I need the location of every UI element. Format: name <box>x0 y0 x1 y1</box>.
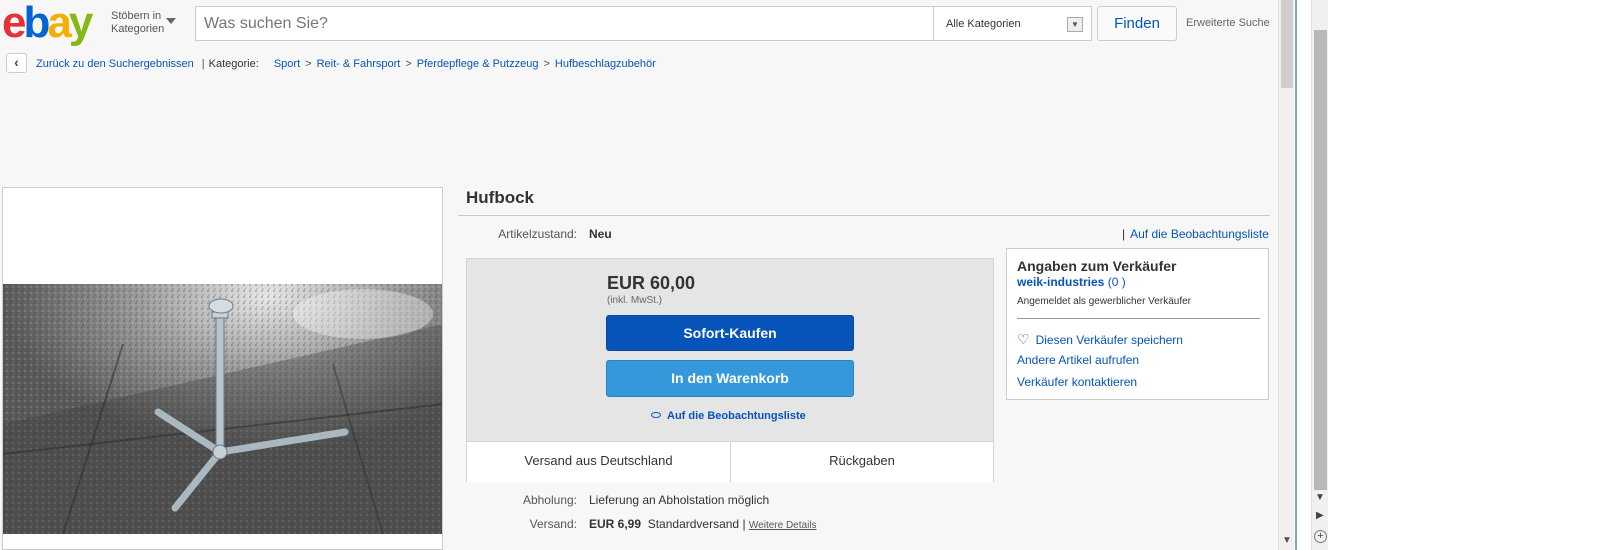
shipping-details-link[interactable]: Weitere Details <box>749 520 817 531</box>
divider <box>458 215 1270 216</box>
divider <box>1017 318 1260 319</box>
eye-icon <box>651 412 661 418</box>
seller-rating-link[interactable]: (0 ) <box>1108 275 1126 289</box>
other-items-link[interactable]: Andere Artikel aufrufen <box>1017 353 1139 367</box>
info-tabs: Versand aus Deutschland Rückgaben <box>467 441 993 482</box>
shipping-price: EUR 6,99 <box>589 517 642 531</box>
vat-note: (inkl. MwSt.) <box>607 295 662 306</box>
item-price: EUR 60,00 <box>607 273 696 293</box>
breadcrumb-separator: > <box>543 58 550 70</box>
tab-returns[interactable]: Rückgaben <box>731 442 993 482</box>
contact-seller-link[interactable]: Verkäufer kontaktieren <box>1017 375 1137 389</box>
category-prefix: Kategorie: <box>208 58 259 70</box>
back-to-results-link[interactable]: Zurück zu den Suchergebnissen <box>36 58 194 70</box>
outer-scrollbar[interactable]: ▼ ▶ + <box>1311 0 1328 550</box>
browse-label-line2: Kategorien <box>111 23 165 35</box>
item-title: Hufbock <box>466 188 534 207</box>
browse-label-line1: Stöbern in <box>111 10 162 22</box>
page-scrollbar[interactable]: ▼ <box>1278 0 1294 550</box>
watchlist-link-label[interactable]: Auf die Beobachtungsliste <box>667 410 806 422</box>
category-select[interactable]: Alle Kategorien ▼ <box>933 6 1092 41</box>
chevron-right-icon[interactable]: ▶ <box>1316 510 1324 521</box>
shipping-label: Versand: <box>529 517 577 531</box>
condition-label: Artikelzustand: <box>498 227 577 241</box>
search-input[interactable] <box>195 6 934 41</box>
scrollbar-thumb[interactable] <box>1314 30 1327 490</box>
watchlist-link[interactable]: Auf die Beobachtungsliste <box>651 410 806 422</box>
chevron-down-icon[interactable]: ▼ <box>1282 535 1292 546</box>
product-photo[interactable] <box>3 284 443 534</box>
window-border <box>1295 0 1297 550</box>
pickup-value: Lieferung an Abholstation möglich <box>589 493 770 507</box>
seller-type: Angemeldet als gewerblicher Verkäufer <box>1017 296 1191 307</box>
product-image-panel[interactable] <box>2 187 443 550</box>
save-seller-label[interactable]: Diesen Verkäufer speichern <box>1036 333 1183 347</box>
watchlist-top-link[interactable]: | Auf die Beobachtungsliste <box>1122 227 1269 241</box>
divider: | <box>1122 227 1126 241</box>
watchlist-top-label[interactable]: Auf die Beobachtungsliste <box>1130 227 1269 241</box>
back-arrow-icon[interactable]: ‹ <box>6 53 27 73</box>
condition-value: Neu <box>589 227 612 241</box>
site-header: ebay Stöbern in Kategorien Alle Kategori… <box>0 0 1278 46</box>
pickup-label: Abholung: <box>522 493 577 507</box>
breadcrumb-item-hufbeschlag[interactable]: Hufbeschlagzubehör <box>555 58 656 70</box>
breadcrumb: Zurück zu den Suchergebnissen | Kategorie:… <box>36 58 656 70</box>
tab-shipping[interactable]: Versand aus Deutschland <box>467 442 731 482</box>
browse-categories-button[interactable]: Stöbern in Kategorien <box>111 10 164 36</box>
breadcrumb-item-reitsport[interactable]: Reit- & Fahrsport <box>317 58 401 70</box>
breadcrumb-item-pferdepflege[interactable]: Pferdepflege & Putzzeug <box>417 58 539 70</box>
save-seller-link[interactable]: ♡ Diesen Verkäufer speichern <box>1017 331 1183 348</box>
chevron-down-icon[interactable]: ▼ <box>1315 492 1325 503</box>
seller-info-box: Angaben zum Verkäufer weik-industries (0… <box>1006 248 1269 400</box>
breadcrumb-divider: | <box>201 58 205 70</box>
buy-box: EUR 60,00 (inkl. MwSt.) Sofort-Kaufen In… <box>466 258 994 482</box>
breadcrumb-separator: > <box>405 58 412 70</box>
advanced-search-link[interactable]: Erweiterte Suche <box>1186 17 1270 29</box>
breadcrumb-item-sport[interactable]: Sport <box>274 58 300 70</box>
buy-now-button[interactable]: Sofort-Kaufen <box>606 315 854 351</box>
chevron-down-icon[interactable]: ▼ <box>1067 17 1083 32</box>
seller-name-link[interactable]: weik-industries <box>1017 275 1104 289</box>
browser-viewport: ebay Stöbern in Kategorien Alle Kategori… <box>0 0 1278 550</box>
heart-icon: ♡ <box>1017 331 1030 347</box>
shipping-method: Standardversand <box>647 517 740 531</box>
breadcrumb-separator: > <box>305 58 312 70</box>
caret-down-icon[interactable] <box>166 18 176 24</box>
seller-heading: Angaben zum Verkäufer <box>1017 258 1177 274</box>
category-select-value: Alle Kategorien <box>946 18 1021 30</box>
ebay-logo[interactable]: ebay <box>2 0 93 46</box>
zoom-plus-icon[interactable]: + <box>1314 530 1327 543</box>
add-to-cart-button[interactable]: In den Warenkorb <box>606 360 854 397</box>
seller-name-row: weik-industries (0 ) <box>1017 275 1126 289</box>
scrollbar-thumb[interactable] <box>1281 0 1293 88</box>
find-button[interactable]: Finden <box>1097 6 1177 41</box>
shipping-value: EUR 6,99 Standardversand | Weitere Detai… <box>589 517 817 531</box>
